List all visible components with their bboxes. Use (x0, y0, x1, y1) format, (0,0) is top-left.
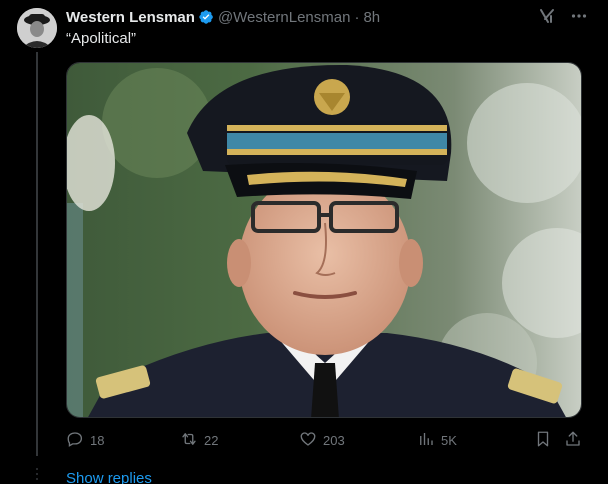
reply-count: 18 (90, 432, 105, 448)
bookmark-button[interactable] (534, 430, 552, 451)
repost-icon (180, 430, 198, 451)
author-name[interactable]: Western Lensman (66, 9, 195, 26)
author-handle[interactable]: @WesternLensman (218, 9, 351, 26)
views-icon (417, 430, 435, 451)
more-icon[interactable] (570, 7, 588, 29)
like-icon (299, 430, 317, 451)
reply-button[interactable]: 18 (66, 430, 104, 451)
share-icon (564, 430, 582, 451)
thread-dots (35, 468, 39, 480)
verified-badge-icon (198, 9, 214, 25)
repost-button[interactable]: 22 (180, 430, 218, 451)
like-button[interactable]: 203 (299, 430, 345, 451)
tweet-text: “Apolitical” (66, 30, 137, 47)
views-count: 5K (441, 432, 457, 448)
thread-line (36, 52, 38, 456)
repost-count: 22 (204, 432, 219, 448)
views-button[interactable]: 5K (417, 430, 457, 451)
tweet-time[interactable]: 8h (363, 9, 380, 26)
tweet-image[interactable] (66, 62, 582, 418)
header-separator: · (354, 8, 360, 26)
tweet-actions: 18 22 203 5K (66, 430, 582, 450)
grok-icon[interactable] (538, 7, 556, 29)
like-count: 203 (323, 432, 345, 448)
header-actions (538, 7, 588, 29)
show-replies-link[interactable]: Show replies (66, 470, 152, 484)
reply-icon (66, 430, 84, 451)
tweet-header: Western Lensman @WesternLensman · 8h (66, 7, 588, 27)
share-button[interactable] (564, 430, 582, 451)
bookmark-icon (534, 430, 552, 451)
avatar[interactable] (17, 8, 57, 48)
tweet[interactable]: Western Lensman @WesternLensman · 8h “Ap… (0, 0, 608, 484)
